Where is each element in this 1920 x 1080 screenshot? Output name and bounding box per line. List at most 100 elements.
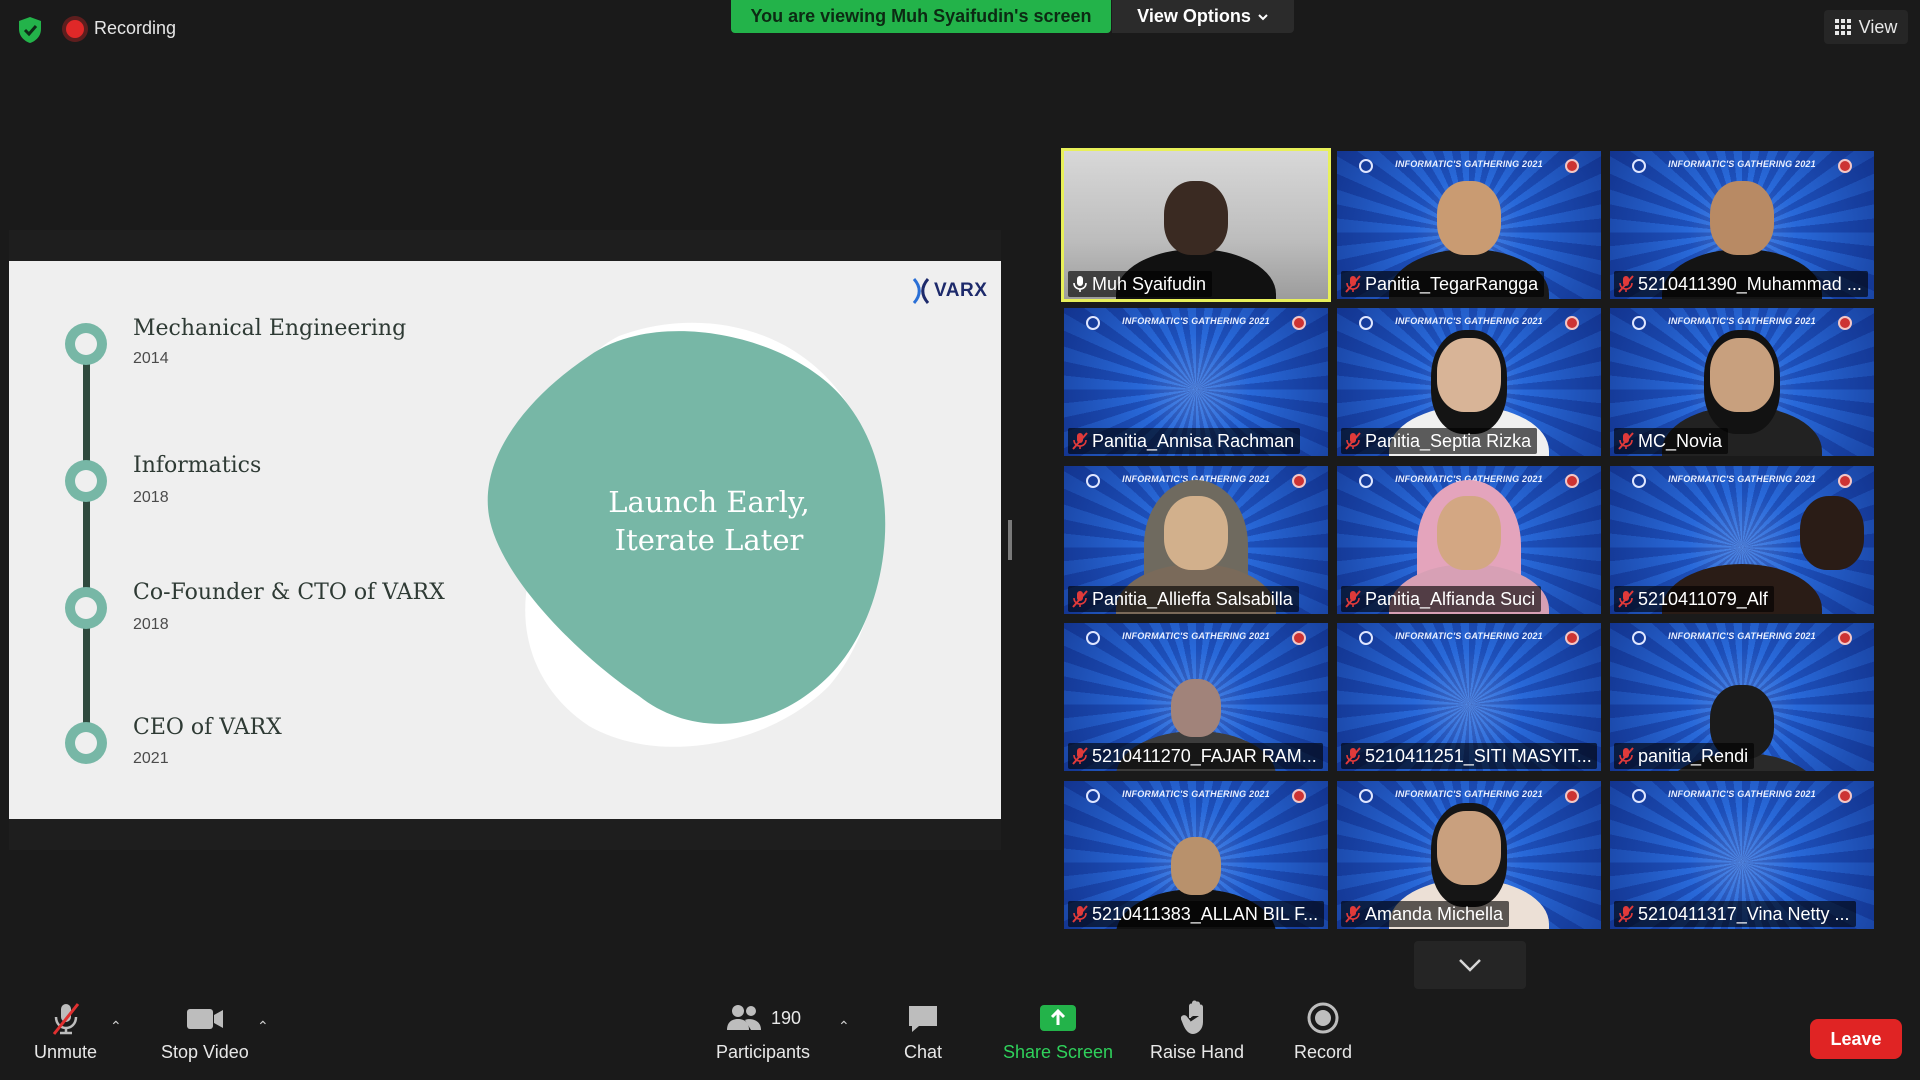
event-banner-text: INFORMATIC'S GATHERING 2021 [1122,631,1270,641]
raise-hand-icon [1181,1000,1213,1036]
meeting-toolbar: Unmute ⌃ Stop Video ⌃ 190 Participants ⌃… [0,990,1920,1080]
logo-badge-icon [1086,631,1100,645]
logo-badge-icon [1359,474,1373,488]
participant-tile[interactable]: INFORMATIC'S GATHERING 2021 Amanda Michel… [1337,781,1601,929]
event-banner-text: INFORMATIC'S GATHERING 2021 [1395,159,1543,169]
chat-label: Chat [904,1042,943,1062]
participant-name: 5210411270_FAJAR RAM... [1092,745,1317,766]
share-screen-icon [1039,1000,1077,1036]
video-camera-icon [185,1000,225,1036]
recording-indicator[interactable]: Recording [66,18,176,39]
audio-options-chevron-up-icon[interactable]: ⌃ [110,1018,122,1035]
logo-badge-icon [1565,789,1579,803]
person-face [1710,181,1774,255]
participants-button[interactable]: 190 Participants [716,1000,810,1063]
timeline-title: CEO of VARX [133,715,282,740]
participant-tile[interactable]: INFORMATIC'S GATHERING 2021 Panitia_Alfia… [1337,466,1601,614]
participant-tile[interactable]: INFORMATIC'S GATHERING 2021 5210411270_FA… [1064,623,1328,771]
participant-tile[interactable]: INFORMATIC'S GATHERING 2021 Panitia_Allie… [1064,466,1328,614]
grid-view-icon [1834,19,1851,35]
logo-badge-icon [1565,474,1579,488]
event-banner-text: INFORMATIC'S GATHERING 2021 [1395,316,1543,326]
person-face [1171,679,1221,737]
participants-options-chevron-up-icon[interactable]: ⌃ [838,1018,850,1035]
participant-tile[interactable]: INFORMATIC'S GATHERING 2021 5210411390_Mu… [1610,151,1874,299]
participant-name-tag: 5210411079_Alf [1614,586,1774,612]
view-options-button[interactable]: View Options [1112,0,1294,33]
participant-name: Panitia_Septia Rizka [1365,430,1532,451]
timeline-year: 2018 [133,489,169,506]
person-face [1437,338,1501,412]
microphone-active-icon [1072,275,1088,293]
chat-button[interactable]: Chat [904,1000,942,1063]
event-banner-text: INFORMATIC'S GATHERING 2021 [1668,474,1816,484]
event-banner-text: INFORMATIC'S GATHERING 2021 [1122,789,1270,799]
timeline-title: Informatics [133,453,262,478]
participant-name-tag: Panitia_Annisa Rachman [1068,428,1301,454]
logo-badge-icon [1838,159,1852,173]
participant-tile[interactable]: INFORMATIC'S GATHERING 2021 MC_Novia [1610,308,1874,456]
participant-tile[interactable]: Muh Syaifudin [1061,148,1331,302]
share-screen-button[interactable]: Share Screen [1003,1000,1113,1063]
logo-badge-icon [1565,631,1579,645]
event-banner-text: INFORMATIC'S GATHERING 2021 [1668,789,1816,799]
microphone-muted-icon [1618,590,1634,608]
event-banner-text: INFORMATIC'S GATHERING 2021 [1668,316,1816,326]
recording-dot-icon [66,19,84,38]
participant-tile[interactable]: INFORMATIC'S GATHERING 2021 5210411251_SI… [1337,623,1601,771]
timeline-year: 2014 [133,350,169,367]
view-button-label: View [1858,16,1898,37]
microphone-muted-icon [48,1000,84,1036]
security-shield-icon[interactable] [14,14,46,46]
participant-name-tag: Amanda Michella [1341,901,1510,927]
view-button[interactable]: View [1824,10,1908,44]
participant-tile[interactable]: INFORMATIC'S GATHERING 2021 Panitia_Septi… [1337,308,1601,456]
participant-tile[interactable]: INFORMATIC'S GATHERING 2021 Panitia_Annis… [1064,308,1328,456]
logo-badge-icon [1565,159,1579,173]
view-options-label: View Options [1137,6,1251,26]
varx-logo-mark-icon [912,278,930,304]
participants-label: Participants [716,1042,811,1062]
participant-name-tag: 5210411251_SITI MASYIT... [1341,743,1597,769]
participant-tile[interactable]: INFORMATIC'S GATHERING 2021 5210411383_AL… [1064,781,1328,929]
gallery-next-page-button[interactable] [1414,941,1526,989]
logo-badge-icon [1086,474,1100,488]
varx-logo-text: VARX [934,280,988,301]
participant-name: Panitia_Annisa Rachman [1092,430,1295,451]
presentation-slide: VARX Mechanical Engineering 2014 Informa… [9,261,1001,819]
varx-logo: VARX [911,277,987,305]
event-banner-text: INFORMATIC'S GATHERING 2021 [1668,631,1816,641]
logo-badge-icon [1359,631,1373,645]
participant-tile[interactable]: INFORMATIC'S GATHERING 2021 5210411317_Vi… [1610,781,1874,929]
participant-tile[interactable]: INFORMATIC'S GATHERING 2021 Panitia_Tegar… [1337,151,1601,299]
participant-name-tag: 5210411390_Muhammad ... [1614,271,1868,297]
microphone-muted-icon [1072,905,1088,923]
raise-hand-button[interactable]: Raise Hand [1150,1000,1244,1063]
microphone-muted-icon [1072,432,1088,450]
participant-name-tag: Panitia_Allieffa Salsabilla [1068,586,1299,612]
record-button[interactable]: Record [1294,1000,1352,1063]
logo-badge-icon [1632,789,1646,803]
panel-resize-handle[interactable] [1008,520,1012,560]
people-icon [727,1005,761,1030]
video-options-chevron-up-icon[interactable]: ⌃ [257,1018,269,1035]
stop-video-button[interactable]: Stop Video [161,1000,249,1063]
unmute-button[interactable]: Unmute [34,1000,97,1063]
chevron-down-icon [1258,13,1268,20]
logo-badge-icon [1292,631,1306,645]
logo-badge-icon [1838,316,1852,330]
record-icon [1306,1000,1340,1036]
logo-badge-icon [1292,474,1306,488]
participant-tile[interactable]: INFORMATIC'S GATHERING 2021 5210411079_Al… [1610,466,1874,614]
participant-tile[interactable]: INFORMATIC'S GATHERING 2021 panitia_Rendi [1610,623,1874,771]
logo-badge-icon [1086,789,1100,803]
leave-button[interactable]: Leave [1810,1019,1902,1059]
participant-name: 5210411251_SITI MASYIT... [1365,745,1592,766]
person-face [1437,496,1501,570]
logo-badge-icon [1565,316,1579,330]
logo-badge-icon [1632,316,1646,330]
logo-badge-icon [1359,316,1373,330]
logo-badge-icon [1632,474,1646,488]
share-screen-label: Share Screen [1003,1042,1114,1062]
microphone-muted-icon [1345,590,1361,608]
